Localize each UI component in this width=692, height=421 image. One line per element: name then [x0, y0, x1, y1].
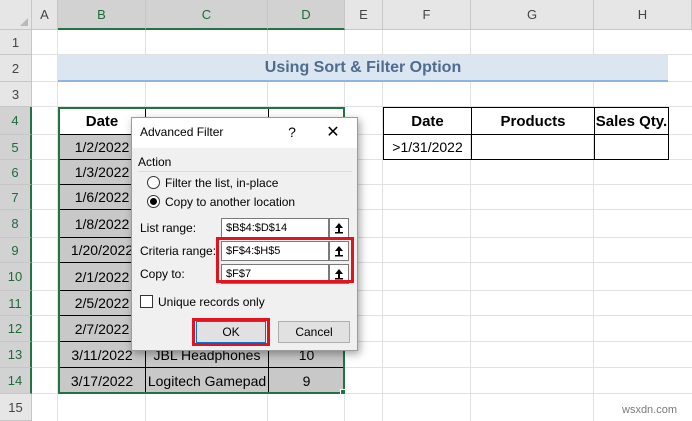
column-header-b[interactable]: B: [58, 0, 146, 30]
criteria-cell-products[interactable]: [471, 134, 595, 160]
row-header-7[interactable]: 7: [0, 185, 32, 210]
row-header-14[interactable]: 14: [0, 368, 32, 394]
row-header-1[interactable]: 1: [0, 30, 32, 55]
copy-to-input[interactable]: $F$7: [221, 264, 329, 284]
action-group-label: Action: [138, 155, 172, 169]
select-all-corner[interactable]: [0, 0, 32, 30]
table-cell-qty[interactable]: 9: [268, 367, 345, 394]
row-header-10[interactable]: 10: [0, 263, 32, 291]
copy-to-label: Copy to:: [140, 267, 185, 281]
criteria-range-input[interactable]: $F$4:$H$5: [221, 241, 329, 261]
criteria-header-sales-qty[interactable]: Sales Qty.: [594, 107, 669, 135]
column-header-e[interactable]: E: [345, 0, 383, 30]
table-cell-product[interactable]: Logitech Gamepad: [145, 367, 269, 394]
row-header-4[interactable]: 4: [0, 107, 32, 135]
advanced-filter-dialog: Advanced Filter ? ✕ Action Filter the li…: [131, 117, 358, 351]
filter-in-place-radio[interactable]: [147, 176, 160, 189]
watermark: wsxdn.com: [622, 404, 678, 416]
row-header-3[interactable]: 3: [0, 82, 32, 107]
collapse-dialog-icon[interactable]: [329, 218, 349, 238]
column-header-c[interactable]: C: [146, 0, 268, 30]
dialog-titlebar[interactable]: Advanced Filter ? ✕: [132, 118, 357, 148]
criteria-header-date[interactable]: Date: [383, 107, 472, 135]
row-header-6[interactable]: 6: [0, 160, 32, 185]
criteria-cell-date[interactable]: >1/31/2022: [383, 134, 472, 160]
row-header-13[interactable]: 13: [0, 342, 32, 368]
column-header-h[interactable]: H: [594, 0, 692, 30]
collapse-dialog-icon[interactable]: [329, 241, 349, 261]
column-header-f[interactable]: F: [383, 0, 471, 30]
column-header-d[interactable]: D: [268, 0, 345, 30]
row-header-8[interactable]: 8: [0, 210, 32, 238]
gridline: [593, 30, 594, 421]
row-header-11[interactable]: 11: [0, 291, 32, 316]
dialog-title: Advanced Filter: [140, 125, 224, 139]
table-cell-date[interactable]: 3/17/2022: [58, 367, 146, 394]
list-range-label: List range:: [140, 221, 197, 235]
row-header-15[interactable]: 15: [0, 394, 32, 421]
gridline: [382, 30, 383, 421]
sheet-title: Using Sort & Filter Option: [58, 55, 668, 82]
row-header-2[interactable]: 2: [0, 55, 32, 82]
unique-records-label[interactable]: Unique records only: [158, 295, 265, 309]
gridline: [470, 30, 471, 421]
cancel-button[interactable]: Cancel: [278, 321, 350, 343]
collapse-dialog-icon[interactable]: [329, 264, 349, 284]
fill-handle[interactable]: [340, 389, 346, 395]
unique-records-checkbox[interactable]: [140, 295, 153, 308]
column-header-g[interactable]: G: [471, 0, 594, 30]
filter-in-place-label[interactable]: Filter the list, in-place: [165, 176, 278, 190]
copy-to-location-radio[interactable]: [147, 195, 160, 208]
column-header-a[interactable]: A: [32, 0, 58, 30]
row-header-5[interactable]: 5: [0, 135, 32, 160]
close-icon[interactable]: ✕: [322, 121, 344, 143]
criteria-cell-sales-qty[interactable]: [594, 134, 669, 160]
ok-button[interactable]: OK: [196, 321, 266, 343]
copy-to-location-label[interactable]: Copy to another location: [165, 195, 295, 209]
row-header-9[interactable]: 9: [0, 238, 32, 263]
row-header-12[interactable]: 12: [0, 316, 32, 342]
criteria-header-products[interactable]: Products: [471, 107, 595, 135]
help-icon[interactable]: ?: [282, 121, 302, 143]
criteria-range-label: Criteria range:: [140, 244, 217, 258]
list-range-input[interactable]: $B$4:$D$14: [221, 218, 329, 238]
spreadsheet: A B C D E F G H 1 2 3 4 5 6 7 8 9 10 11 …: [0, 0, 692, 421]
